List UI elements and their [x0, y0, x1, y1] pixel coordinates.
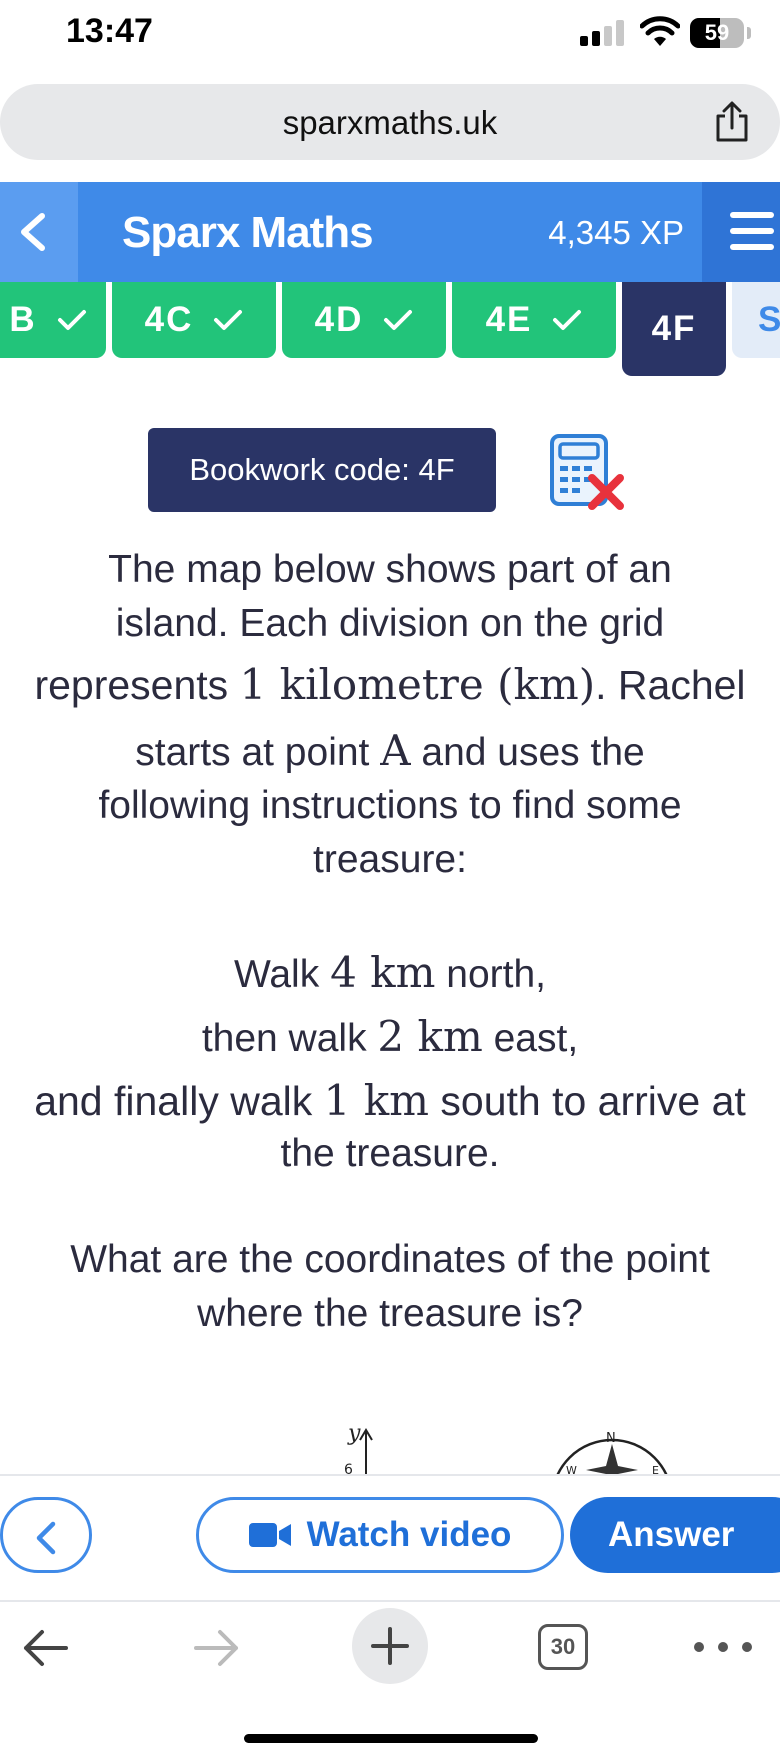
instruction-line: the treasure. [280, 1132, 500, 1175]
battery-nub [747, 27, 751, 39]
text: . Rachel [595, 662, 746, 708]
instruction-line: then walk 2 km east, [0, 1012, 780, 1061]
island-map-diagram: y 6 N W E [344, 1421, 668, 1474]
answer-button[interactable]: Answer [570, 1497, 780, 1573]
tab-4c[interactable]: 4C [112, 282, 276, 358]
header-back-button[interactable] [0, 182, 78, 282]
compass-north: N [606, 1431, 616, 1446]
signal-icon [580, 20, 626, 46]
xp-counter: 4,345 XP [548, 214, 684, 251]
tab-b[interactable]: B [0, 282, 106, 358]
text: starts at point [135, 731, 381, 774]
y-axis-tick: 6 [344, 1462, 353, 1474]
check-icon [214, 310, 243, 330]
previous-button[interactable] [0, 1497, 92, 1573]
question-prompt: What are the coordinates of the point [70, 1238, 710, 1281]
instruction-line: and finally walk 1 km south to arrive at [0, 1076, 780, 1125]
math-unit: 1 kilometre (km) [239, 660, 596, 709]
compass-east: E [652, 1464, 659, 1474]
chevron-left-icon [21, 213, 45, 251]
tab-4d[interactable]: 4D [282, 282, 446, 358]
math-point: A [380, 726, 411, 775]
tab-switcher-button[interactable]: 30 [538, 1624, 588, 1670]
watch-video-label: Watch video [306, 1515, 512, 1554]
compass-west: W [566, 1464, 577, 1474]
text: south to arrive at [429, 1078, 746, 1124]
tab-label: S [758, 300, 780, 339]
text: represents [34, 662, 240, 708]
status-time: 13:47 [66, 12, 153, 50]
question-prompt: where the treasure is? [197, 1292, 583, 1335]
tab-4f[interactable]: 4F [622, 282, 726, 376]
text: and finally walk [34, 1078, 324, 1124]
chevron-left-icon [36, 1521, 56, 1555]
back-arrow-icon[interactable] [20, 1626, 70, 1670]
home-indicator [244, 1734, 538, 1743]
address-bar[interactable]: sparxmaths.uk [0, 84, 780, 160]
status-bar: 13:47 59 [0, 0, 780, 66]
text: Walk [234, 953, 331, 996]
divider [0, 1600, 780, 1602]
bookwork-code: Bookwork code: 4F [148, 428, 496, 512]
calculator-not-allowed-icon [550, 434, 624, 510]
question-line: The map below shows part of an [108, 548, 672, 591]
math-distance: 1 km [323, 1076, 429, 1125]
question-line: island. Each division on the grid [115, 602, 665, 645]
share-icon[interactable] [712, 100, 752, 144]
text: north, [435, 953, 546, 996]
tab-label: 4C [144, 300, 194, 339]
new-tab-button[interactable] [352, 1608, 428, 1684]
text: and uses the [410, 731, 645, 774]
tab-label: 4D [314, 300, 364, 339]
check-icon [553, 310, 582, 330]
text: then walk [201, 1017, 378, 1060]
plus-icon [371, 1627, 409, 1665]
task-tabs: B 4C 4D 4E 4F S [0, 282, 780, 382]
question-line: starts at point A and uses the [0, 726, 780, 775]
url-text: sparxmaths.uk [282, 104, 498, 141]
math-distance: 2 km [377, 1012, 483, 1061]
wifi-icon [640, 16, 680, 46]
question-line: represents 1 kilometre (km). Rachel [0, 660, 780, 709]
video-camera-icon [248, 1523, 291, 1547]
tab-label: 4F [651, 309, 697, 348]
hamburger-menu-icon[interactable] [730, 212, 774, 250]
app-title: Sparx Maths [122, 208, 374, 257]
battery-level: 59 [704, 20, 730, 45]
app-header: Sparx Maths 4,345 XP [0, 182, 780, 282]
text: east, [482, 1017, 579, 1060]
check-icon [384, 310, 413, 330]
math-distance: 4 km [330, 948, 436, 997]
y-axis-label: y [347, 1421, 361, 1446]
tab-4e[interactable]: 4E [452, 282, 616, 358]
watch-video-button[interactable]: Watch video [196, 1497, 564, 1573]
question-line: following instructions to find some [98, 784, 682, 827]
question-line: treasure: [313, 838, 467, 881]
battery-icon: 59 [690, 18, 744, 48]
forward-arrow-icon[interactable] [192, 1626, 242, 1670]
tab-label: B [9, 300, 37, 339]
tab-next[interactable]: S [732, 282, 780, 358]
check-icon [57, 310, 86, 330]
more-options-icon[interactable] [694, 1642, 758, 1654]
instruction-line: Walk 4 km north, [0, 948, 780, 997]
divider [0, 1474, 780, 1476]
tab-label: 4E [485, 300, 533, 339]
